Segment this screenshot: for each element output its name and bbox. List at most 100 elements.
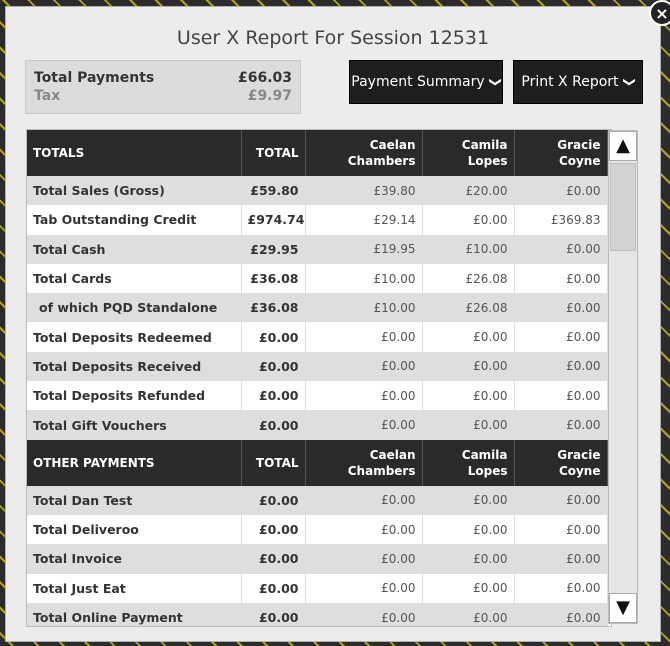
- row-user-value: £0.00: [305, 514, 423, 545]
- row-total: £59.80: [241, 176, 306, 206]
- total-payments-label: Total Payments: [34, 70, 155, 86]
- column-header-total: TOTAL: [241, 439, 306, 486]
- row-total: £36.08: [241, 293, 306, 323]
- table-row: Total Deposits Redeemed £0.00 £0.00 £0.00 £0…: [27, 322, 608, 352]
- row-user-value: £0.00: [305, 573, 423, 603]
- row-total: £0.00: [241, 351, 306, 382]
- table-row: Total Just Eat £0.00 £0.00 £0.00 £0.00: [27, 573, 608, 603]
- payment-summary-button[interactable]: Payment Summary ❯: [349, 60, 503, 104]
- row-user-value: £0.00: [514, 485, 608, 515]
- row-user-value: £0.00: [422, 485, 515, 515]
- column-header-total: TOTAL: [241, 130, 306, 176]
- row-label: of which PQD Standalone: [27, 293, 242, 323]
- row-total: £974.74: [241, 205, 306, 235]
- table-row: Total Deposits Refunded £0.00 £0.00 £0.00 £0…: [27, 381, 608, 411]
- table-row: Total Sales (Gross) £59.80 £39.80 £20.00 £0.…: [27, 176, 608, 206]
- row-user-value: £0.00: [514, 234, 608, 264]
- payment-summary-label: Payment Summary: [351, 74, 485, 90]
- row-total: £29.95: [241, 234, 306, 264]
- row-label: Total Invoice: [27, 544, 242, 574]
- row-user-value: £0.00: [422, 573, 515, 603]
- row-user-value: £0.00: [422, 544, 515, 574]
- row-label: Total Sales (Gross): [27, 176, 242, 206]
- row-user-value: £10.00: [305, 263, 423, 294]
- row-user-value: £20.00: [422, 176, 515, 206]
- total-payments-row: Total Payments £66.03: [34, 69, 292, 87]
- row-user-value: £0.00: [305, 381, 423, 411]
- row-total: £0.00: [241, 410, 306, 440]
- row-total: £0.00: [241, 573, 306, 603]
- row-user-value: £0.00: [514, 351, 608, 382]
- row-total: £0.00: [241, 602, 306, 626]
- row-user-value: £19.95: [305, 234, 423, 264]
- row-label: Total Deposits Received: [27, 351, 242, 382]
- table-row: Total Cash £29.95 £19.95 £10.00 £0.00: [27, 234, 608, 264]
- row-user-value: £0.00: [514, 514, 608, 545]
- row-user-value: £0.00: [422, 322, 515, 352]
- column-header-user: Gracie Coyne: [514, 439, 608, 486]
- row-user-value: £39.80: [305, 176, 423, 206]
- row-user-value: £0.00: [422, 205, 515, 235]
- close-icon[interactable]: ×: [649, 0, 670, 26]
- row-user-value: £0.00: [514, 544, 608, 574]
- row-total: £0.00: [241, 514, 306, 545]
- row-label: Tab Outstanding Credit: [27, 205, 242, 235]
- table-row: Total Gift Vouchers £0.00 £0.00 £0.00 £0.00: [27, 410, 608, 440]
- row-user-value: £0.00: [514, 573, 608, 603]
- row-label: Total Deposits Refunded: [27, 381, 242, 411]
- row-total: £36.08: [241, 263, 306, 294]
- row-user-value: £10.00: [422, 234, 515, 264]
- row-user-value: £26.08: [422, 293, 515, 323]
- scroll-thumb[interactable]: [610, 163, 636, 251]
- row-user-value: £0.00: [514, 322, 608, 352]
- row-user-value: £0.00: [514, 381, 608, 411]
- row-user-value: £0.00: [514, 602, 608, 626]
- row-label: Total Cash: [27, 234, 242, 264]
- table-row: Total Invoice £0.00 £0.00 £0.00 £0.00: [27, 544, 608, 574]
- row-user-value: £0.00: [305, 322, 423, 352]
- dialog-title: User X Report For Session 12531: [176, 27, 490, 49]
- row-user-value: £0.00: [305, 410, 423, 440]
- row-user-value: £10.00: [305, 293, 423, 323]
- row-total: £0.00: [241, 485, 306, 515]
- report-table: TOTALS TOTAL Caelan Chambers Camila Lopes Gr…: [27, 130, 608, 626]
- table-row: Total Dan Test £0.00 £0.00 £0.00 £0.00: [27, 485, 608, 515]
- print-x-report-label: Print X Report: [521, 74, 619, 90]
- section-header-row: TOTALS TOTAL Caelan Chambers Camila Lopes Gr…: [27, 130, 608, 176]
- row-user-value: £0.00: [514, 293, 608, 323]
- scroll-down-icon[interactable]: ▼: [609, 593, 637, 623]
- tax-row: Tax £9.97: [34, 87, 292, 105]
- table-row: of which PQD Standalone £36.08 £10.00 £26.0…: [27, 293, 608, 323]
- tax-value: £9.97: [247, 88, 292, 104]
- row-label: Total Deliveroo: [27, 514, 242, 545]
- report-table-container[interactable]: TOTALS TOTAL Caelan Chambers Camila Lopes Gr…: [26, 129, 612, 627]
- table-row: Total Deposits Received £0.00 £0.00 £0.00 £0…: [27, 351, 608, 382]
- row-label: Total Cards: [27, 263, 242, 294]
- row-user-value: £0.00: [422, 351, 515, 382]
- row-user-value: £29.14: [305, 205, 423, 235]
- column-header-user: Gracie Coyne: [514, 130, 608, 176]
- row-label: Total Just Eat: [27, 573, 242, 603]
- row-label: Total Gift Vouchers: [27, 410, 242, 440]
- table-row: Total Online Payment £0.00 £0.00 £0.00 £0.00: [27, 602, 608, 626]
- tax-label: Tax: [34, 88, 61, 104]
- scrollbar[interactable]: ▲ ▼: [608, 130, 638, 624]
- chevron-down-icon: ❯: [622, 76, 637, 88]
- totals-summary: Total Payments £66.03 Tax £9.97: [25, 60, 301, 114]
- section-title: TOTALS: [27, 130, 242, 176]
- row-total: £0.00: [241, 381, 306, 411]
- chevron-down-icon: ❯: [488, 76, 503, 88]
- row-user-value: £0.00: [422, 410, 515, 440]
- table-row: Total Cards £36.08 £10.00 £26.08 £0.00: [27, 263, 608, 294]
- column-header-user: Camila Lopes: [422, 130, 515, 176]
- row-user-value: £26.08: [422, 263, 515, 294]
- x-report-dialog: × User X Report For Session 12531 Total …: [5, 0, 670, 642]
- row-label: Total Online Payment: [27, 602, 242, 626]
- print-x-report-button[interactable]: Print X Report ❯: [513, 60, 643, 104]
- scroll-up-icon[interactable]: ▲: [609, 131, 637, 161]
- row-user-value: £0.00: [422, 381, 515, 411]
- row-user-value: £0.00: [305, 485, 423, 515]
- row-label: Total Dan Test: [27, 485, 242, 515]
- row-user-value: £0.00: [422, 514, 515, 545]
- total-payments-value: £66.03: [237, 70, 292, 86]
